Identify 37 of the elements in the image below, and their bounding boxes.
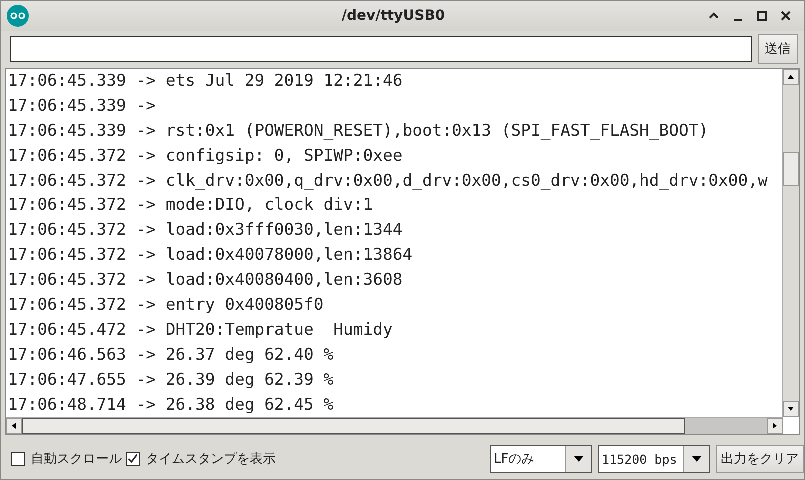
output-line: 17:06:45.372 -> configsip: 0, SPIWP:0xee bbox=[8, 144, 404, 167]
output-line: 17:06:45.372 -> entry 0x400805f0 bbox=[8, 294, 325, 316]
output-line: 17:06:45.372 -> load:0x40080400,len:3608 bbox=[8, 269, 404, 292]
clear-output-button[interactable]: 出力をクリア bbox=[716, 445, 804, 473]
output-line: 17:06:45.372 -> clk_drv:0x00,q_drv:0x00,d_drv:0x00,cs0_drv:0x00,hd_drv:0x00,w bbox=[8, 170, 769, 192]
horizontal-scrollbar[interactable] bbox=[6, 417, 783, 434]
output-line: 17:06:45.372 -> load:0x3fff0030,len:1344 bbox=[8, 219, 404, 242]
checkbox[interactable] bbox=[11, 452, 25, 466]
scrollbar-thumb[interactable] bbox=[22, 418, 686, 434]
dropdown-arrow-icon[interactable] bbox=[692, 456, 702, 462]
arrow-left-icon[interactable] bbox=[10, 422, 18, 430]
line-ending-dropdown[interactable]: LFのみ bbox=[490, 445, 592, 473]
send-button[interactable]: 送信 bbox=[758, 34, 798, 64]
output-line: 17:06:45.372 -> mode:DIO, clock div:1 bbox=[8, 194, 374, 216]
arrow-down-icon[interactable] bbox=[787, 405, 795, 413]
output-line: 17:06:45.339 -> rst:0x1 (POWERON_RESET),boot:0x13 (SPI_FAST_FLASH_BOOT) bbox=[8, 120, 710, 142]
output-line: 17:06:45.372 -> load:0x40078000,len:13864 bbox=[8, 244, 414, 266]
output-line: 17:06:45.472 -> DHT20:Tempratue Humidy bbox=[8, 318, 394, 341]
close-icon[interactable] bbox=[780, 10, 792, 22]
output-line: 17:06:46.563 -> 26.37 deg 62.40 % bbox=[8, 344, 335, 366]
dropdown-arrow-icon[interactable] bbox=[574, 456, 584, 462]
vertical-scrollbar[interactable] bbox=[782, 69, 799, 417]
maximize-icon[interactable] bbox=[756, 10, 768, 22]
baud-rate-dropdown[interactable]: 115200 bps bbox=[598, 445, 710, 473]
checkbox-label[interactable]: 自動スクロール bbox=[31, 450, 122, 468]
checkbox[interactable] bbox=[126, 452, 140, 466]
window-title: /dev/ttyUSB0 bbox=[340, 8, 446, 24]
message-input-field[interactable] bbox=[10, 36, 752, 62]
checkbox-label[interactable]: タイムスタンプを表示 bbox=[146, 450, 276, 468]
infinity-logo-icon bbox=[7, 5, 29, 27]
arrow-right-icon[interactable] bbox=[771, 422, 779, 430]
arrow-up-icon[interactable] bbox=[787, 73, 795, 81]
scrollbar-thumb[interactable] bbox=[783, 152, 799, 186]
output-line: 17:06:45.339 -> ets Jul 29 2019 12:21:46 bbox=[8, 70, 404, 92]
output-line: 17:06:45.339 -> bbox=[8, 94, 158, 117]
output-line: 17:06:48.714 -> 26.38 deg 62.45 % bbox=[8, 394, 335, 416]
output-line: 17:06:47.655 -> 26.39 deg 62.39 % bbox=[8, 368, 335, 391]
